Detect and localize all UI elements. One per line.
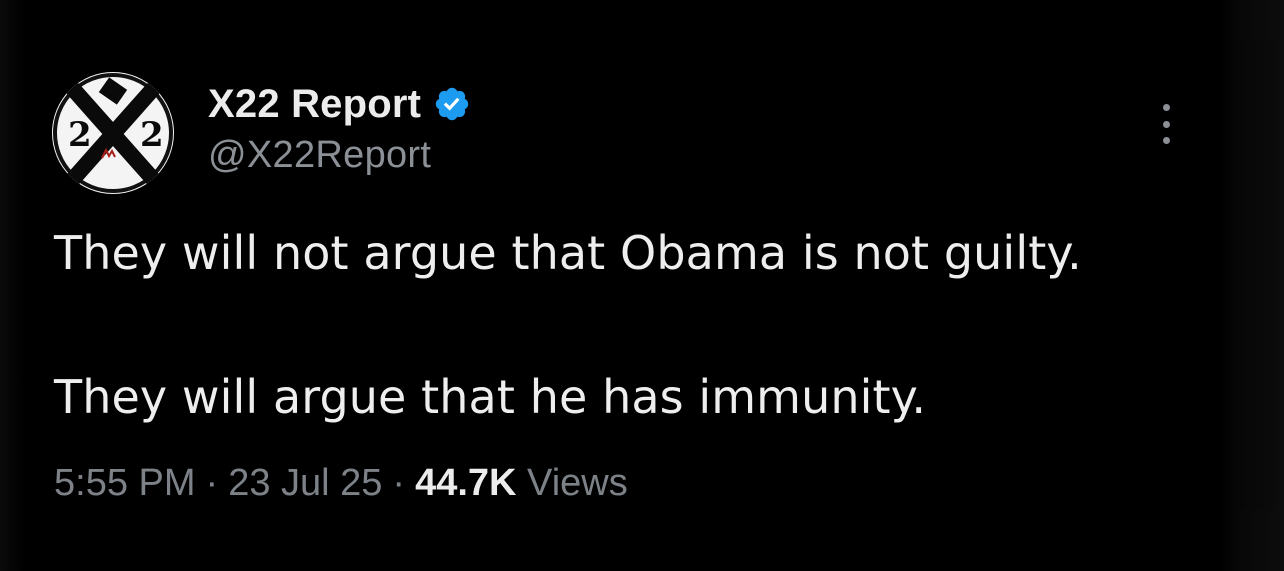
screen-edge-strip [1232,40,1276,510]
more-vertical-icon [1162,120,1170,128]
separator: · [205,462,219,504]
svg-text:2: 2 [140,115,164,155]
views-label: Views [527,462,628,504]
avatar-logo-icon: 2 2 [53,73,173,193]
name-row: X22 Report [208,80,471,128]
separator: · [392,462,406,504]
display-name[interactable]: X22 Report [208,82,421,127]
tweet-date[interactable]: 23 Jul 25 [228,462,382,504]
tweet-time[interactable]: 5:55 PM [54,462,196,504]
more-vertical-icon [1162,137,1170,144]
tweet-meta: 5:55 PM · 23 Jul 25 · 44.7K Views [54,462,628,505]
tweet-card: 2 2 X22 Report @X22Report They will not … [0,0,1220,571]
svg-text:2: 2 [68,115,92,155]
views-count[interactable]: 44.7K [415,462,516,504]
user-handle[interactable]: @X22Report [208,134,471,177]
more-vertical-icon [1162,104,1170,111]
tweet-text-line: They will not argue that Obama is not gu… [54,226,1082,280]
tweet-text-line: They will argue that he has immunity. [54,370,927,424]
avatar[interactable]: 2 2 [52,72,174,194]
verified-badge-icon [433,85,471,123]
tweet-header: X22 Report @X22Report [208,80,471,177]
more-options-button[interactable] [1154,104,1178,144]
